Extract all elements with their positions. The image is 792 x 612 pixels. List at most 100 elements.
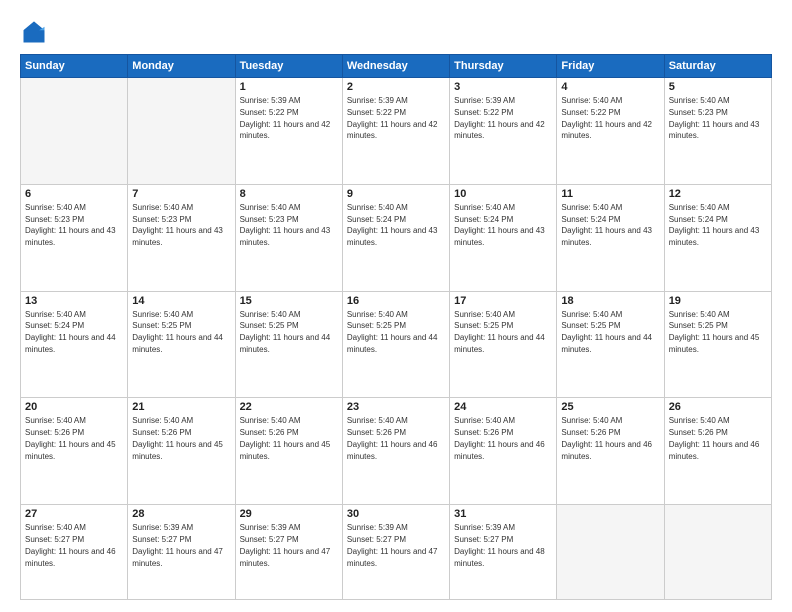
day-details: Sunrise: 5:40 AMSunset: 5:25 PMDaylight:… bbox=[669, 310, 760, 354]
day-number: 6 bbox=[25, 188, 123, 200]
calendar-day-cell bbox=[21, 78, 128, 185]
day-details: Sunrise: 5:40 AMSunset: 5:25 PMDaylight:… bbox=[132, 310, 223, 354]
calendar-day-cell bbox=[557, 505, 664, 600]
day-number: 19 bbox=[669, 295, 767, 307]
day-number: 8 bbox=[240, 188, 338, 200]
day-details: Sunrise: 5:40 AMSunset: 5:27 PMDaylight:… bbox=[25, 523, 116, 567]
calendar-day-cell: 23 Sunrise: 5:40 AMSunset: 5:26 PMDaylig… bbox=[342, 398, 449, 505]
calendar-day-cell: 13 Sunrise: 5:40 AMSunset: 5:24 PMDaylig… bbox=[21, 291, 128, 398]
calendar-day-cell bbox=[128, 78, 235, 185]
day-details: Sunrise: 5:40 AMSunset: 5:25 PMDaylight:… bbox=[454, 310, 545, 354]
day-number: 21 bbox=[132, 401, 230, 413]
day-number: 11 bbox=[561, 188, 659, 200]
calendar-day-cell: 6 Sunrise: 5:40 AMSunset: 5:23 PMDayligh… bbox=[21, 184, 128, 291]
day-number: 13 bbox=[25, 295, 123, 307]
day-details: Sunrise: 5:40 AMSunset: 5:24 PMDaylight:… bbox=[561, 203, 652, 247]
day-details: Sunrise: 5:40 AMSunset: 5:26 PMDaylight:… bbox=[25, 416, 116, 460]
day-number: 22 bbox=[240, 401, 338, 413]
calendar-day-cell: 8 Sunrise: 5:40 AMSunset: 5:23 PMDayligh… bbox=[235, 184, 342, 291]
day-number: 28 bbox=[132, 508, 230, 520]
day-details: Sunrise: 5:40 AMSunset: 5:23 PMDaylight:… bbox=[669, 96, 760, 140]
calendar-day-cell: 31 Sunrise: 5:39 AMSunset: 5:27 PMDaylig… bbox=[450, 505, 557, 600]
day-number: 24 bbox=[454, 401, 552, 413]
day-details: Sunrise: 5:40 AMSunset: 5:25 PMDaylight:… bbox=[561, 310, 652, 354]
day-number: 4 bbox=[561, 81, 659, 93]
day-details: Sunrise: 5:40 AMSunset: 5:24 PMDaylight:… bbox=[669, 203, 760, 247]
calendar-table: SundayMondayTuesdayWednesdayThursdayFrid… bbox=[20, 54, 772, 600]
day-details: Sunrise: 5:40 AMSunset: 5:26 PMDaylight:… bbox=[240, 416, 331, 460]
calendar-day-cell: 12 Sunrise: 5:40 AMSunset: 5:24 PMDaylig… bbox=[664, 184, 771, 291]
day-number: 31 bbox=[454, 508, 552, 520]
calendar-day-cell: 22 Sunrise: 5:40 AMSunset: 5:26 PMDaylig… bbox=[235, 398, 342, 505]
weekday-header: Thursday bbox=[450, 55, 557, 78]
day-details: Sunrise: 5:39 AMSunset: 5:22 PMDaylight:… bbox=[240, 96, 331, 140]
day-details: Sunrise: 5:40 AMSunset: 5:26 PMDaylight:… bbox=[669, 416, 760, 460]
day-number: 14 bbox=[132, 295, 230, 307]
day-number: 30 bbox=[347, 508, 445, 520]
day-number: 20 bbox=[25, 401, 123, 413]
weekday-header: Sunday bbox=[21, 55, 128, 78]
day-details: Sunrise: 5:40 AMSunset: 5:25 PMDaylight:… bbox=[240, 310, 331, 354]
calendar-day-cell: 1 Sunrise: 5:39 AMSunset: 5:22 PMDayligh… bbox=[235, 78, 342, 185]
calendar-day-cell: 7 Sunrise: 5:40 AMSunset: 5:23 PMDayligh… bbox=[128, 184, 235, 291]
calendar-day-cell: 21 Sunrise: 5:40 AMSunset: 5:26 PMDaylig… bbox=[128, 398, 235, 505]
calendar-day-cell: 2 Sunrise: 5:39 AMSunset: 5:22 PMDayligh… bbox=[342, 78, 449, 185]
day-number: 16 bbox=[347, 295, 445, 307]
header bbox=[20, 18, 772, 46]
day-number: 17 bbox=[454, 295, 552, 307]
logo-icon bbox=[20, 18, 48, 46]
calendar-day-cell: 20 Sunrise: 5:40 AMSunset: 5:26 PMDaylig… bbox=[21, 398, 128, 505]
day-details: Sunrise: 5:39 AMSunset: 5:27 PMDaylight:… bbox=[454, 523, 545, 567]
day-details: Sunrise: 5:39 AMSunset: 5:22 PMDaylight:… bbox=[347, 96, 438, 140]
day-number: 7 bbox=[132, 188, 230, 200]
day-details: Sunrise: 5:39 AMSunset: 5:27 PMDaylight:… bbox=[240, 523, 331, 567]
day-details: Sunrise: 5:40 AMSunset: 5:24 PMDaylight:… bbox=[454, 203, 545, 247]
day-number: 9 bbox=[347, 188, 445, 200]
weekday-header: Saturday bbox=[664, 55, 771, 78]
calendar-day-cell: 5 Sunrise: 5:40 AMSunset: 5:23 PMDayligh… bbox=[664, 78, 771, 185]
day-details: Sunrise: 5:40 AMSunset: 5:24 PMDaylight:… bbox=[347, 203, 438, 247]
calendar-day-cell: 19 Sunrise: 5:40 AMSunset: 5:25 PMDaylig… bbox=[664, 291, 771, 398]
calendar-day-cell: 17 Sunrise: 5:40 AMSunset: 5:25 PMDaylig… bbox=[450, 291, 557, 398]
logo bbox=[20, 18, 52, 46]
calendar-day-cell: 25 Sunrise: 5:40 AMSunset: 5:26 PMDaylig… bbox=[557, 398, 664, 505]
calendar-day-cell: 11 Sunrise: 5:40 AMSunset: 5:24 PMDaylig… bbox=[557, 184, 664, 291]
day-details: Sunrise: 5:40 AMSunset: 5:25 PMDaylight:… bbox=[347, 310, 438, 354]
calendar-header-row: SundayMondayTuesdayWednesdayThursdayFrid… bbox=[21, 55, 772, 78]
day-number: 26 bbox=[669, 401, 767, 413]
day-details: Sunrise: 5:40 AMSunset: 5:26 PMDaylight:… bbox=[132, 416, 223, 460]
day-details: Sunrise: 5:39 AMSunset: 5:27 PMDaylight:… bbox=[132, 523, 223, 567]
day-details: Sunrise: 5:39 AMSunset: 5:22 PMDaylight:… bbox=[454, 96, 545, 140]
day-number: 2 bbox=[347, 81, 445, 93]
calendar-day-cell: 4 Sunrise: 5:40 AMSunset: 5:22 PMDayligh… bbox=[557, 78, 664, 185]
day-number: 15 bbox=[240, 295, 338, 307]
weekday-header: Wednesday bbox=[342, 55, 449, 78]
weekday-header: Tuesday bbox=[235, 55, 342, 78]
weekday-header: Friday bbox=[557, 55, 664, 78]
calendar-day-cell: 28 Sunrise: 5:39 AMSunset: 5:27 PMDaylig… bbox=[128, 505, 235, 600]
calendar-week-row: 27 Sunrise: 5:40 AMSunset: 5:27 PMDaylig… bbox=[21, 505, 772, 600]
day-number: 3 bbox=[454, 81, 552, 93]
day-details: Sunrise: 5:40 AMSunset: 5:23 PMDaylight:… bbox=[132, 203, 223, 247]
day-number: 25 bbox=[561, 401, 659, 413]
calendar-day-cell: 16 Sunrise: 5:40 AMSunset: 5:25 PMDaylig… bbox=[342, 291, 449, 398]
calendar-day-cell: 24 Sunrise: 5:40 AMSunset: 5:26 PMDaylig… bbox=[450, 398, 557, 505]
page: SundayMondayTuesdayWednesdayThursdayFrid… bbox=[0, 0, 792, 612]
calendar-week-row: 13 Sunrise: 5:40 AMSunset: 5:24 PMDaylig… bbox=[21, 291, 772, 398]
calendar-day-cell: 26 Sunrise: 5:40 AMSunset: 5:26 PMDaylig… bbox=[664, 398, 771, 505]
day-details: Sunrise: 5:40 AMSunset: 5:23 PMDaylight:… bbox=[240, 203, 331, 247]
calendar-week-row: 6 Sunrise: 5:40 AMSunset: 5:23 PMDayligh… bbox=[21, 184, 772, 291]
day-number: 12 bbox=[669, 188, 767, 200]
calendar-day-cell: 27 Sunrise: 5:40 AMSunset: 5:27 PMDaylig… bbox=[21, 505, 128, 600]
day-details: Sunrise: 5:40 AMSunset: 5:24 PMDaylight:… bbox=[25, 310, 116, 354]
day-details: Sunrise: 5:40 AMSunset: 5:22 PMDaylight:… bbox=[561, 96, 652, 140]
calendar-day-cell: 9 Sunrise: 5:40 AMSunset: 5:24 PMDayligh… bbox=[342, 184, 449, 291]
day-number: 18 bbox=[561, 295, 659, 307]
day-details: Sunrise: 5:40 AMSunset: 5:26 PMDaylight:… bbox=[347, 416, 438, 460]
day-number: 10 bbox=[454, 188, 552, 200]
calendar-day-cell: 18 Sunrise: 5:40 AMSunset: 5:25 PMDaylig… bbox=[557, 291, 664, 398]
calendar-day-cell: 15 Sunrise: 5:40 AMSunset: 5:25 PMDaylig… bbox=[235, 291, 342, 398]
day-number: 1 bbox=[240, 81, 338, 93]
day-number: 5 bbox=[669, 81, 767, 93]
day-details: Sunrise: 5:40 AMSunset: 5:26 PMDaylight:… bbox=[561, 416, 652, 460]
